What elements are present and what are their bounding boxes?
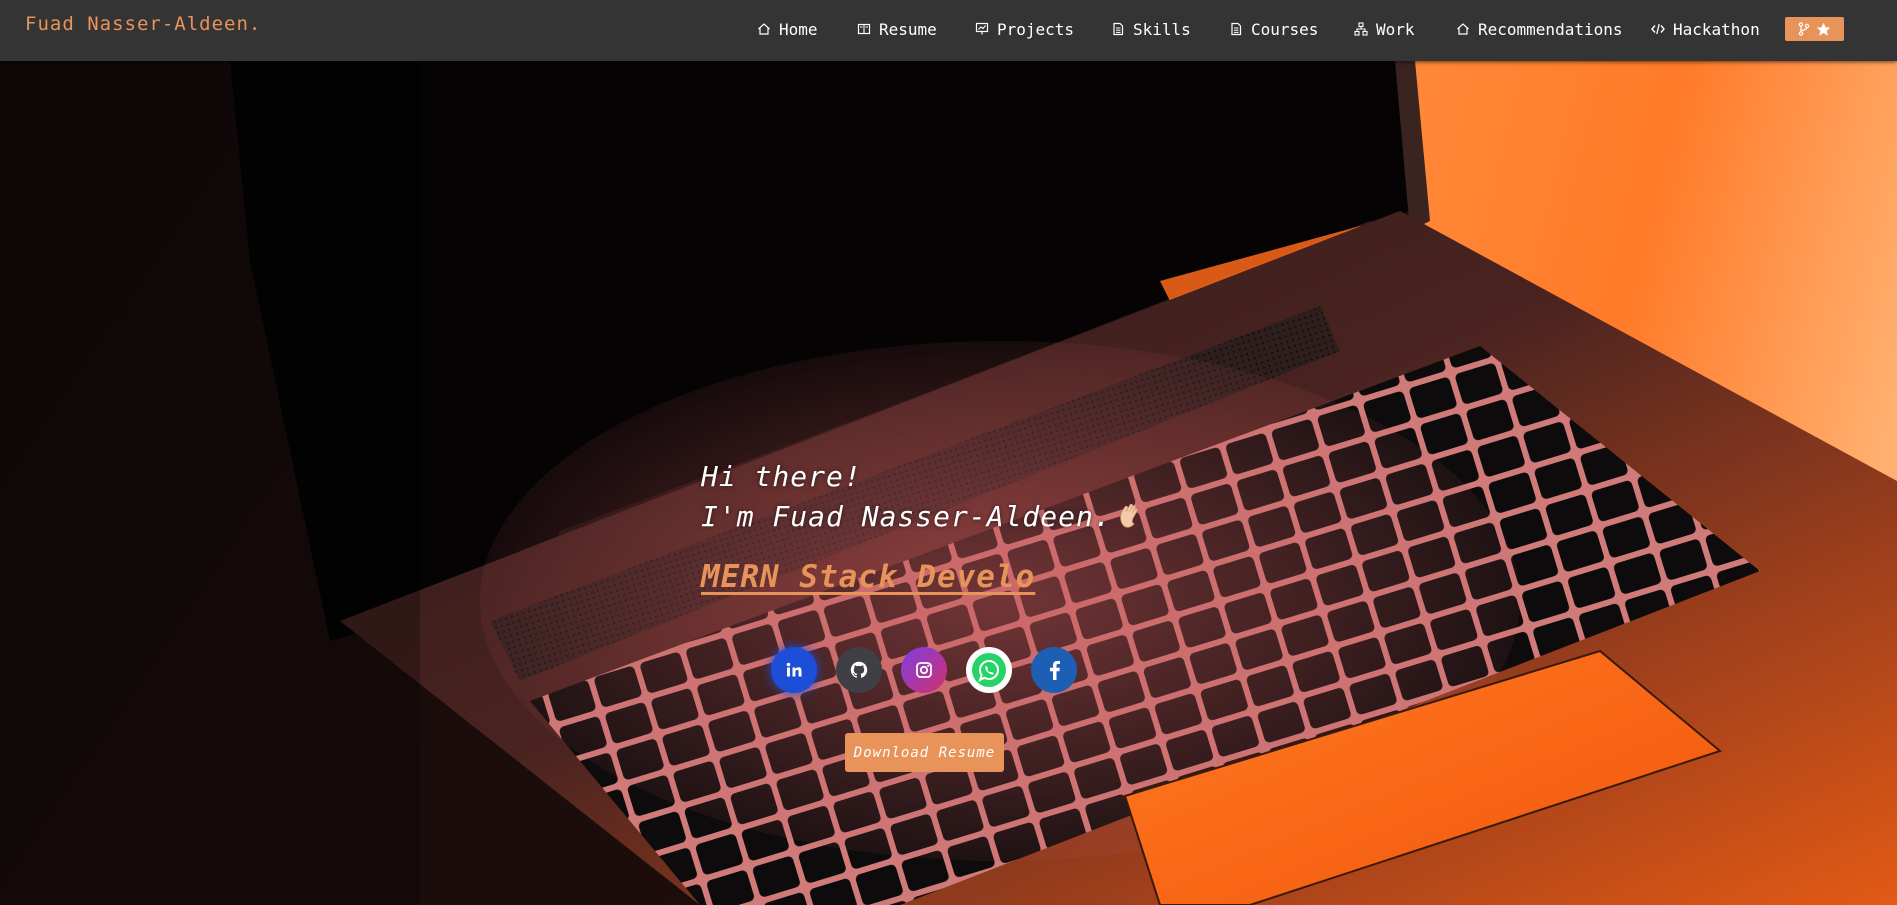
book-icon (857, 22, 871, 36)
document-icon (1229, 22, 1243, 36)
nav-item-projects[interactable]: Projects (975, 18, 1074, 40)
hero-section: Hi there! I'm Fuad Nasser-Aldeen. MERN S… (0, 61, 1897, 905)
waving-hand-icon (1116, 501, 1144, 529)
github-star-button[interactable] (1785, 17, 1844, 41)
facebook-button[interactable] (1031, 647, 1077, 693)
sitemap-icon (1354, 22, 1368, 36)
nav-item-hackathon[interactable]: Hackathon (1651, 18, 1760, 40)
nav-item-resume[interactable]: Resume (857, 18, 937, 40)
nav-item-label: Recommendations (1478, 19, 1623, 39)
navbar: Fuad Nasser-Aldeen. Home Resume Projects… (0, 0, 1897, 61)
document-icon (1111, 22, 1125, 36)
github-icon (849, 660, 869, 680)
hero-role-typewriter: MERN Stack Develo (701, 559, 1036, 595)
nav-item-label: Hackathon (1673, 19, 1760, 39)
whatsapp-button[interactable] (966, 647, 1012, 693)
nav-item-label: Work (1376, 19, 1415, 39)
nav-item-skills[interactable]: Skills (1111, 18, 1191, 40)
git-fork-icon (1798, 22, 1810, 36)
instagram-button[interactable] (901, 647, 947, 693)
whatsapp-icon (968, 649, 1010, 691)
github-button[interactable] (836, 647, 882, 693)
greeting-line-1: Hi there! (701, 460, 862, 493)
nav-item-label: Projects (997, 19, 1075, 39)
nav-item-courses[interactable]: Courses (1229, 18, 1318, 40)
home-icon (757, 22, 771, 36)
brand-logo[interactable]: Fuad Nasser-Aldeen. (25, 13, 261, 35)
nav-item-label: Skills (1133, 19, 1191, 39)
nav-item-work[interactable]: Work (1354, 18, 1415, 40)
facebook-icon (1045, 659, 1063, 681)
code-icon (1651, 22, 1665, 36)
greeting-line-2: I'm Fuad Nasser-Aldeen. (701, 500, 1112, 533)
nav-item-recommendations[interactable]: Recommendations (1456, 18, 1623, 40)
linkedin-button[interactable] (771, 647, 817, 693)
download-resume-button[interactable]: Download Resume (845, 733, 1004, 772)
nav-item-label: Courses (1251, 19, 1319, 39)
hero-greeting: Hi there! I'm Fuad Nasser-Aldeen. (701, 457, 1144, 537)
presentation-icon (975, 22, 989, 36)
linkedin-icon (784, 660, 804, 680)
nav-item-home[interactable]: Home (757, 18, 818, 40)
star-icon (1816, 22, 1831, 37)
nav-item-label: Home (779, 19, 818, 39)
nav-item-label: Resume (879, 19, 937, 39)
instagram-icon (915, 661, 933, 679)
home-icon (1456, 22, 1470, 36)
